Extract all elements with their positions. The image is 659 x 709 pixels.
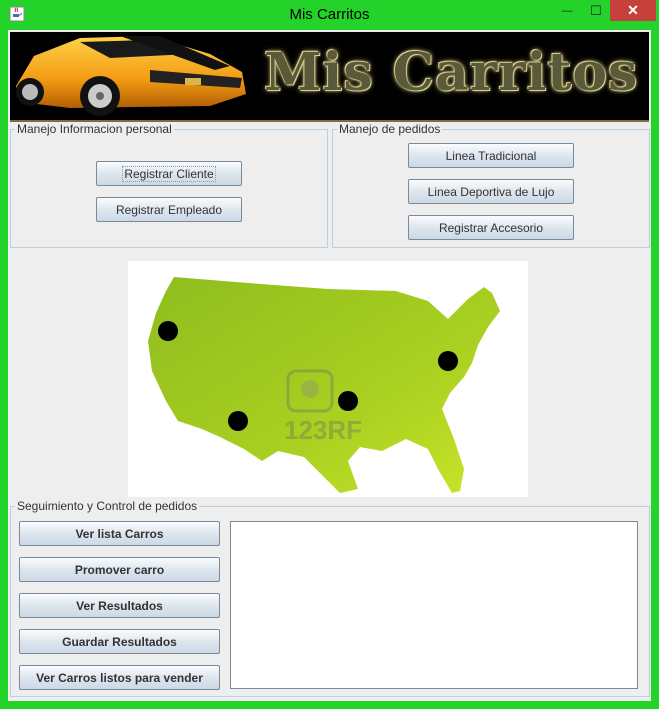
linea-deportiva-button[interactable]: Linea Deportiva de Lujo bbox=[408, 179, 574, 204]
results-textarea[interactable] bbox=[230, 521, 638, 689]
banner: Mis Carritos bbox=[10, 32, 649, 122]
location-marker bbox=[158, 321, 178, 341]
close-button[interactable]: ✕ bbox=[610, 0, 656, 21]
minimize-button[interactable]: — bbox=[552, 0, 582, 21]
map-watermark: 123RF bbox=[284, 415, 363, 445]
guardar-resultados-label: Guardar Resultados bbox=[62, 634, 177, 649]
personal-info-legend: Manejo Informacion personal bbox=[17, 122, 172, 136]
title-bar[interactable]: Mis Carritos — ☐ ✕ bbox=[0, 0, 659, 30]
maximize-button[interactable]: ☐ bbox=[582, 0, 610, 21]
ver-carros-listos-button[interactable]: Ver Carros listos para vender bbox=[19, 665, 220, 690]
seguimiento-legend: Seguimiento y Control de pedidos bbox=[17, 499, 198, 513]
promover-carro-label: Promover carro bbox=[74, 562, 165, 577]
location-marker bbox=[438, 351, 458, 371]
pedidos-legend: Manejo de pedidos bbox=[339, 122, 441, 136]
linea-deportiva-label: Linea Deportiva de Lujo bbox=[427, 184, 555, 199]
window-client-area: Mis Carritos Manejo Informacion personal… bbox=[8, 30, 651, 701]
banner-title: Mis Carritos bbox=[264, 42, 639, 103]
maximize-icon: ☐ bbox=[590, 2, 602, 18]
usa-map-graphic bbox=[148, 277, 500, 493]
ver-resultados-button[interactable]: Ver Resultados bbox=[19, 593, 220, 618]
linea-tradicional-button[interactable]: Linea Tradicional bbox=[408, 143, 574, 168]
minimize-icon: — bbox=[561, 4, 573, 17]
location-marker bbox=[338, 391, 358, 411]
ver-resultados-label: Ver Resultados bbox=[76, 598, 163, 613]
ver-carros-listos-label: Ver Carros listos para vender bbox=[36, 670, 203, 685]
ver-lista-carros-label: Ver lista Carros bbox=[75, 526, 164, 541]
guardar-resultados-button[interactable]: Guardar Resultados bbox=[19, 629, 220, 654]
location-marker bbox=[228, 411, 248, 431]
registrar-empleado-label: Registrar Empleado bbox=[115, 202, 223, 217]
ver-lista-carros-button[interactable]: Ver lista Carros bbox=[19, 521, 220, 546]
registrar-accesorio-button[interactable]: Registrar Accesorio bbox=[408, 215, 574, 240]
car-image bbox=[16, 36, 246, 116]
registrar-cliente-button[interactable]: Registrar Cliente bbox=[96, 161, 242, 186]
usa-shape bbox=[148, 277, 500, 493]
registrar-cliente-label: Registrar Cliente bbox=[122, 165, 216, 182]
linea-tradicional-label: Linea Tradicional bbox=[445, 148, 537, 163]
registrar-accesorio-label: Registrar Accesorio bbox=[438, 220, 544, 235]
close-icon: ✕ bbox=[627, 2, 639, 18]
registrar-empleado-button[interactable]: Registrar Empleado bbox=[96, 197, 242, 222]
usa-map: 123RF bbox=[128, 261, 528, 497]
promover-carro-button[interactable]: Promover carro bbox=[19, 557, 220, 582]
